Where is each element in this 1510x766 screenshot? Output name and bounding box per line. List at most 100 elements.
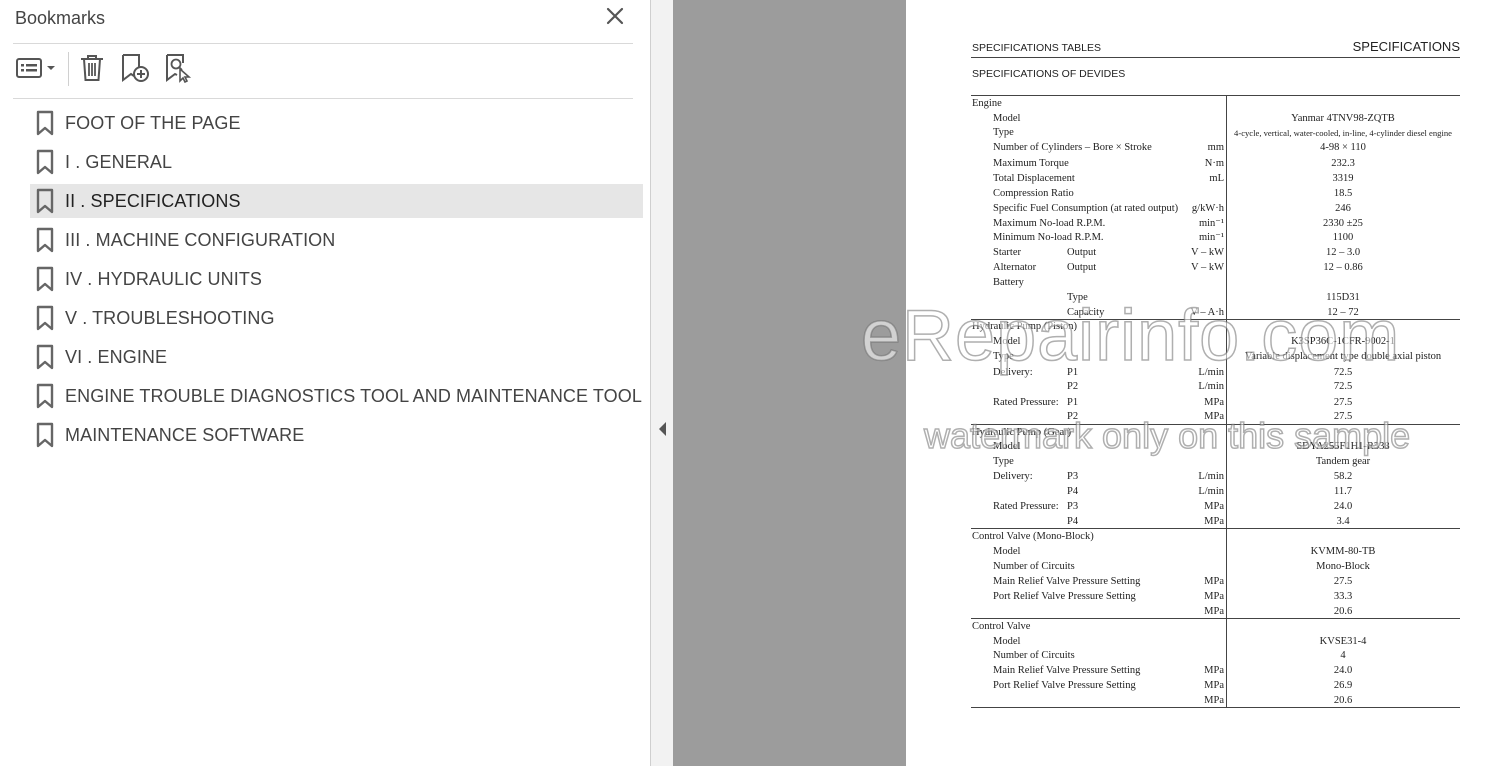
spec-unit: L/min xyxy=(1198,381,1224,392)
find-current-bookmark-button[interactable] xyxy=(164,53,194,88)
spec-item-label: Model xyxy=(993,441,1021,452)
spec-item-label: Type xyxy=(993,127,1014,138)
delete-bookmark-button[interactable] xyxy=(79,53,105,88)
bookmark-item[interactable]: V . TROUBLESHOOTING xyxy=(30,301,643,335)
spec-unit: V – A·h xyxy=(1190,307,1224,318)
bookmark-icon xyxy=(34,110,56,136)
spec-section-heading: Engine xyxy=(972,98,1002,109)
spec-subitem-label: Output xyxy=(1067,247,1097,258)
bookmark-item[interactable]: VI . ENGINE xyxy=(30,340,643,374)
spec-value: KVSE31-4 xyxy=(1319,636,1367,647)
spec-unit: MPa xyxy=(1204,411,1224,422)
bookmark-label: VI . ENGINE xyxy=(65,346,168,367)
spec-value: 27.5 xyxy=(1333,397,1353,408)
spec-unit: MPa xyxy=(1204,397,1224,408)
panel-header-divider xyxy=(13,43,633,44)
spec-value: Variable displacement type double axial … xyxy=(1244,351,1442,362)
spec-subitem-label: Output xyxy=(1067,262,1097,273)
spec-item-label: Type xyxy=(993,456,1014,467)
table-rule xyxy=(971,707,1460,708)
spec-item-label: Model xyxy=(993,546,1021,557)
spec-item-label: Model xyxy=(993,113,1021,124)
bookmark-label: ENGINE TROUBLE DIAGNOSTICS TOOL AND MAIN… xyxy=(65,385,642,406)
spec-value: 3.4 xyxy=(1336,516,1350,527)
spec-unit: MPa xyxy=(1204,665,1224,676)
find-current-bookmark-icon xyxy=(164,53,194,88)
spec-unit: L/min xyxy=(1198,471,1224,482)
spec-item-label: Main Relief Valve Pressure Setting xyxy=(993,576,1141,587)
bookmark-label: MAINTENANCE SOFTWARE xyxy=(65,424,305,445)
spec-subitem-label: Capacity xyxy=(1067,307,1105,318)
spec-item-label: Maximum No-load R.P.M. xyxy=(993,218,1106,229)
spec-value: 72.5 xyxy=(1333,381,1353,392)
bookmark-item-selected[interactable]: II . SPECIFICATIONS xyxy=(30,184,643,218)
spec-unit: mm xyxy=(1207,142,1224,153)
bookmark-label: V . TROUBLESHOOTING xyxy=(65,307,275,328)
bookmark-icon xyxy=(34,383,56,409)
bookmark-item[interactable]: ENGINE TROUBLE DIAGNOSTICS TOOL AND MAIN… xyxy=(30,379,643,413)
spec-item-label: Minimum No-load R.P.M. xyxy=(993,232,1104,243)
spec-value: 27.5 xyxy=(1333,411,1353,422)
spec-value: 3319 xyxy=(1332,173,1354,184)
bookmark-icon xyxy=(34,305,56,331)
spec-unit: mL xyxy=(1209,173,1224,184)
table-column-divider xyxy=(1226,95,1227,707)
spec-unit: N·m xyxy=(1204,158,1224,169)
bookmark-item[interactable]: FOOT OF THE PAGE xyxy=(30,106,643,140)
spec-section-heading: Control Valve xyxy=(972,621,1031,632)
spec-item-label: Starter xyxy=(993,247,1021,258)
table-rule xyxy=(971,424,1460,425)
spec-subitem-label: Type xyxy=(1067,292,1088,303)
spec-value: 12 – 3.0 xyxy=(1325,247,1361,258)
spec-item-label: Rated Pressure: xyxy=(993,397,1059,408)
bookmark-item[interactable]: III . MACHINE CONFIGURATION xyxy=(30,223,643,257)
spec-subitem-label: P1 xyxy=(1067,397,1079,408)
bookmark-item[interactable]: I . GENERAL xyxy=(30,145,643,179)
bookmark-label: FOOT OF THE PAGE xyxy=(65,112,241,133)
spec-value: 33.3 xyxy=(1333,591,1353,602)
spec-value: 12 – 72 xyxy=(1327,307,1359,318)
spec-subitem-label: P4 xyxy=(1067,516,1079,527)
bookmark-icon xyxy=(34,227,56,253)
spec-unit: MPa xyxy=(1204,516,1224,527)
table-rule xyxy=(971,528,1460,529)
spec-value: 4-98 × 110 xyxy=(1320,142,1366,153)
new-bookmark-button[interactable] xyxy=(120,53,150,85)
spec-unit: MPa xyxy=(1204,501,1224,512)
spec-subitem-label: P3 xyxy=(1067,501,1079,512)
bookmark-item[interactable]: MAINTENANCE SOFTWARE xyxy=(30,418,643,452)
spec-unit: min⁻¹ xyxy=(1198,218,1224,229)
spec-unit: MPa xyxy=(1204,606,1224,617)
spec-value: 4 xyxy=(1340,650,1346,661)
spec-value: Yanmar 4TNV98-ZQTB xyxy=(1291,113,1395,124)
trash-icon xyxy=(79,53,105,88)
spec-item-label: Port Relief Valve Pressure Setting xyxy=(993,680,1136,691)
spec-value: 11.7 xyxy=(1334,486,1352,497)
spec-item-label: Port Relief Valve Pressure Setting xyxy=(993,591,1136,602)
header-rule xyxy=(971,57,1460,58)
spec-value: K3SP36C-1CFR-9002-1 xyxy=(1291,336,1395,347)
bookmark-label: I . GENERAL xyxy=(65,151,173,172)
spec-value: 20.6 xyxy=(1333,606,1353,617)
collapse-panel-arrow-icon[interactable] xyxy=(656,420,668,438)
bookmark-icon xyxy=(34,266,56,292)
bookmark-icon xyxy=(34,344,56,370)
spec-value: 4-cycle, vertical, water-cooled, in-line… xyxy=(1234,128,1452,138)
panel-title: Bookmarks xyxy=(15,8,106,28)
table-rule xyxy=(971,95,1460,96)
close-icon[interactable] xyxy=(605,6,625,26)
bookmark-item[interactable]: IV . HYDRAULIC UNITS xyxy=(30,262,643,296)
spec-unit: L/min xyxy=(1198,367,1224,378)
spec-value: 26.9 xyxy=(1333,680,1353,691)
bookmarks-panel: Bookmarks FOOT OF THE PAGE I . GENERAL I… xyxy=(0,0,650,766)
spec-item-label: Compression Ratio xyxy=(993,188,1074,199)
bookmark-icon xyxy=(34,188,56,214)
options-button[interactable] xyxy=(16,55,58,85)
spec-unit: V – kW xyxy=(1190,262,1224,273)
spec-item-label: Rated Pressure: xyxy=(993,501,1059,512)
spec-item-label: Type xyxy=(993,351,1014,362)
spec-item-label: Delivery: xyxy=(993,471,1033,482)
spec-value: 27.5 xyxy=(1333,576,1353,587)
section-subtitle: SPECIFICATIONS OF DEVIDES xyxy=(972,68,1126,80)
bookmark-icon xyxy=(34,422,56,448)
